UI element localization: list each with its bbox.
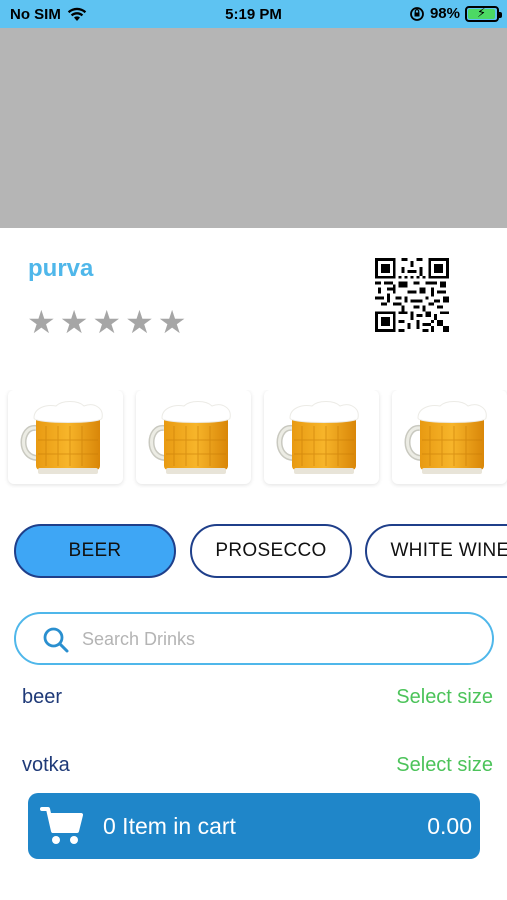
category-label: PROSECCO <box>215 540 327 561</box>
list-item[interactable]: votka Select size <box>0 754 507 784</box>
drink-name: votka <box>22 754 70 776</box>
search-bar[interactable] <box>14 612 494 665</box>
status-right: 98% ⚡ <box>409 5 502 22</box>
category-tabs[interactable]: BEER PROSECCO WHITE WINE <box>0 524 507 580</box>
product-card[interactable] <box>392 390 507 484</box>
star-icon[interactable]: ★ <box>27 306 56 338</box>
rating-stars[interactable]: ★ ★ ★ ★ ★ <box>27 306 186 338</box>
search-icon <box>43 627 69 653</box>
status-bar: No SIM 5:19 PM 98% ⚡ <box>0 0 507 28</box>
select-size-button[interactable]: Select size <box>396 686 493 709</box>
category-tab[interactable]: PROSECCO <box>190 524 352 578</box>
drink-name: beer <box>22 686 63 708</box>
cart-total: 0.00 <box>427 813 472 839</box>
star-icon[interactable]: ★ <box>125 306 154 338</box>
cart-count-label: 0 Item in cart <box>103 813 236 839</box>
qr-code-icon[interactable] <box>375 258 449 332</box>
star-icon[interactable]: ★ <box>92 306 121 338</box>
battery-charging-icon: ⚡ <box>465 5 502 22</box>
orientation-lock-icon <box>410 6 424 21</box>
battery-percent: 98% <box>429 5 460 22</box>
star-icon[interactable]: ★ <box>60 306 89 338</box>
category-label: BEER <box>68 540 122 561</box>
category-tab[interactable]: BEER <box>14 524 176 578</box>
product-card[interactable] <box>136 390 251 484</box>
product-card[interactable] <box>8 390 123 484</box>
beer-mug-image <box>16 396 112 483</box>
beer-mug-image <box>400 396 496 483</box>
cart-button[interactable]: 0 Item in cart 0.00 <box>28 793 480 859</box>
search-input[interactable] <box>82 624 462 654</box>
product-card[interactable] <box>264 390 379 484</box>
cart-icon <box>40 807 83 844</box>
select-size-button[interactable]: Select size <box>396 754 493 777</box>
product-carousel[interactable] <box>0 390 507 488</box>
store-banner-image <box>0 28 507 228</box>
beer-mug-image <box>144 396 240 483</box>
store-name: purva <box>28 255 94 282</box>
category-label: WHITE WINE <box>390 540 507 561</box>
star-icon[interactable]: ★ <box>158 306 187 338</box>
beer-mug-image <box>272 396 368 483</box>
category-tab[interactable]: WHITE WINE <box>365 524 507 578</box>
list-item[interactable]: beer Select size <box>0 686 507 716</box>
